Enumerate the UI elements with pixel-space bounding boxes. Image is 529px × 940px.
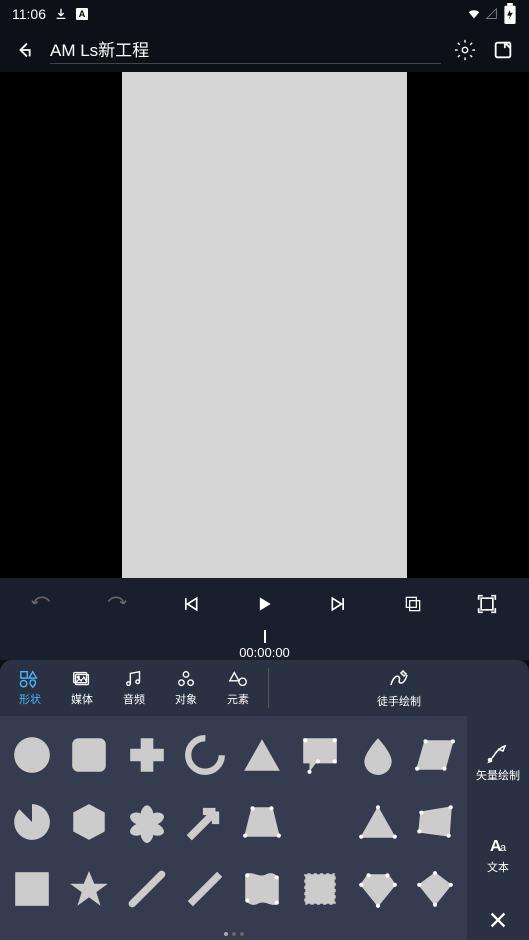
shape-pie[interactable]	[4, 789, 60, 854]
canvas[interactable]	[122, 72, 407, 578]
tab-media[interactable]: 媒体	[56, 669, 108, 707]
wifi-icon	[467, 7, 481, 21]
status-bar: 11:06 A	[0, 0, 529, 28]
shape-quad[interactable]	[407, 789, 463, 854]
shape-square[interactable]	[4, 857, 60, 922]
fullscreen-button[interactable]	[473, 590, 501, 618]
playhead-icon	[264, 630, 266, 643]
shape-trapezoid[interactable]	[235, 789, 291, 854]
canvas-area	[0, 72, 529, 578]
skip-end-button[interactable]	[325, 590, 353, 618]
shape-parallelogram[interactable]	[407, 722, 463, 787]
shape-callout[interactable]	[292, 722, 348, 787]
shape-star[interactable]	[62, 857, 118, 922]
shape-drop[interactable]	[350, 722, 406, 787]
tab-shape[interactable]: 形状	[4, 669, 56, 707]
lang-icon: A	[76, 8, 88, 20]
tool-text[interactable]: Aa 文本	[467, 808, 529, 900]
tool-vector[interactable]: 矢量绘制	[467, 716, 529, 808]
shape-kite[interactable]	[407, 857, 463, 922]
tab-element[interactable]: 元素	[212, 669, 264, 707]
shape-flower[interactable]	[119, 789, 175, 854]
shape-flag[interactable]	[235, 857, 291, 922]
shape-plus[interactable]	[119, 722, 175, 787]
status-time: 11:06	[12, 6, 46, 22]
shape-crescent[interactable]	[292, 789, 348, 854]
tab-object[interactable]: 对象	[160, 669, 212, 707]
signal-icon	[485, 7, 499, 21]
shape-hexagon[interactable]	[62, 789, 118, 854]
export-button[interactable]	[489, 36, 517, 64]
skip-start-button[interactable]	[176, 590, 204, 618]
shape-rounded-square[interactable]	[62, 722, 118, 787]
shape-line[interactable]	[177, 857, 233, 922]
close-button[interactable]	[484, 906, 512, 934]
timecode: 00:00:00	[239, 645, 290, 660]
settings-button[interactable]	[451, 36, 479, 64]
svg-text:a: a	[500, 842, 507, 854]
download-icon	[54, 7, 68, 21]
app-header: AM Ls新工程	[0, 28, 529, 72]
shape-triangle-edit[interactable]	[350, 789, 406, 854]
project-title[interactable]: AM Ls新工程	[50, 36, 441, 64]
redo-button[interactable]	[102, 590, 130, 618]
timeline-controls	[0, 578, 529, 630]
page-indicator	[0, 928, 467, 940]
shape-diamond[interactable]	[350, 857, 406, 922]
timeline-track[interactable]: 00:00:00	[0, 630, 529, 660]
back-button[interactable]	[12, 36, 40, 64]
battery-icon	[503, 7, 517, 21]
tool-freehand[interactable]: 徒手绘制	[269, 660, 529, 716]
layers-button[interactable]	[399, 590, 427, 618]
tab-audio[interactable]: 音频	[108, 669, 160, 707]
shape-line-round[interactable]	[119, 857, 175, 922]
shape-circle[interactable]	[4, 722, 60, 787]
shape-triangle[interactable]	[235, 722, 291, 787]
undo-button[interactable]	[28, 590, 56, 618]
shape-stamp[interactable]	[292, 857, 348, 922]
shape-arrow[interactable]	[177, 789, 233, 854]
shape-arc[interactable]	[177, 722, 233, 787]
shapes-grid	[0, 716, 467, 928]
play-button[interactable]	[250, 590, 278, 618]
